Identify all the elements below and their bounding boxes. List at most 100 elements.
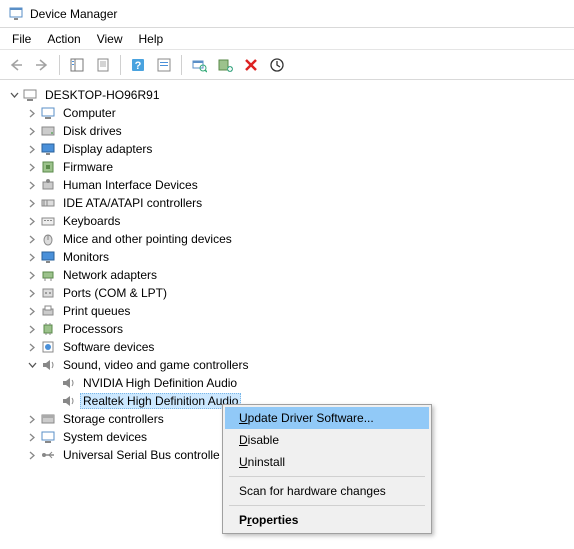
monitor-icon [40, 249, 56, 265]
menu-file[interactable]: File [4, 30, 39, 48]
menu-separator [229, 505, 425, 506]
chevron-right-icon[interactable] [26, 197, 38, 209]
tree-item-label: System devices [60, 429, 150, 445]
speaker-icon [40, 357, 56, 373]
tree-item[interactable]: Network adapters [4, 266, 570, 284]
context-item-label: pdate Driver Software... [248, 411, 374, 425]
tree-item[interactable]: Computer [4, 104, 570, 122]
toolbar-separator [181, 55, 182, 75]
tree-item-label: Print queues [60, 303, 133, 319]
context-scan-hardware[interactable]: Scan for hardware changes [225, 480, 429, 502]
chevron-down-icon[interactable] [8, 89, 20, 101]
properties-button[interactable] [91, 53, 115, 77]
chevron-right-icon[interactable] [26, 233, 38, 245]
port-icon [40, 285, 56, 301]
update-driver-button[interactable] [265, 53, 289, 77]
context-update-driver[interactable]: Update Driver Software... [225, 407, 429, 429]
tree-item-label: Storage controllers [60, 411, 167, 427]
tree-item-label: Human Interface Devices [60, 177, 201, 193]
tree-item-label: Network adapters [60, 267, 160, 283]
chip-icon [40, 159, 56, 175]
computer-icon [40, 105, 56, 121]
speaker-icon [60, 375, 76, 391]
svg-text:?: ? [135, 60, 142, 72]
tree-item[interactable]: Firmware [4, 158, 570, 176]
action-button[interactable] [152, 53, 176, 77]
chevron-right-icon[interactable] [26, 215, 38, 227]
window-title: Device Manager [30, 7, 117, 21]
help-button[interactable]: ? [126, 53, 150, 77]
expander-empty [46, 395, 58, 407]
scan-hardware-button[interactable] [187, 53, 211, 77]
nav-back-button[interactable] [4, 53, 28, 77]
menu-view[interactable]: View [89, 30, 131, 48]
chevron-down-icon[interactable] [26, 359, 38, 371]
chevron-right-icon[interactable] [26, 107, 38, 119]
tree-root-label: DESKTOP-HO96R91 [42, 87, 163, 103]
tree-item-label: Disk drives [60, 123, 125, 139]
menu-help[interactable]: Help [131, 30, 172, 48]
network-icon [40, 267, 56, 283]
tree-item-label: Universal Serial Bus controlle [60, 447, 223, 463]
chevron-right-icon[interactable] [26, 323, 38, 335]
nav-forward-button[interactable] [30, 53, 54, 77]
tree-item[interactable]: Mice and other pointing devices [4, 230, 570, 248]
tree-child-nvidia[interactable]: NVIDIA High Definition Audio [4, 374, 570, 392]
tree-item[interactable]: Processors [4, 320, 570, 338]
context-uninstall[interactable]: Uninstall [225, 451, 429, 473]
chevron-right-icon[interactable] [26, 449, 38, 461]
chevron-right-icon[interactable] [26, 431, 38, 443]
chevron-right-icon[interactable] [26, 287, 38, 299]
show-hide-tree-button[interactable] [65, 53, 89, 77]
app-icon [8, 6, 24, 22]
chevron-right-icon[interactable] [26, 161, 38, 173]
system-icon [40, 429, 56, 445]
chevron-right-icon[interactable] [26, 341, 38, 353]
storage-icon [40, 411, 56, 427]
tree-item-label: IDE ATA/ATAPI controllers [60, 195, 205, 211]
chevron-right-icon[interactable] [26, 305, 38, 317]
tree-item-label: Ports (COM & LPT) [60, 285, 170, 301]
add-legacy-hardware-button[interactable] [213, 53, 237, 77]
context-disable[interactable]: Disable [225, 429, 429, 451]
tree-item-label: Computer [60, 105, 119, 121]
speaker-icon [60, 393, 76, 409]
tree-item[interactable]: Software devices [4, 338, 570, 356]
tree-item[interactable]: Display adapters [4, 140, 570, 158]
processor-icon [40, 321, 56, 337]
tree-root[interactable]: DESKTOP-HO96R91 [4, 86, 570, 104]
menu-separator [229, 476, 425, 477]
tree-item-label: Software devices [60, 339, 157, 355]
usb-icon [40, 447, 56, 463]
tree-item-label: Realtek High Definition Audio [80, 393, 241, 409]
chevron-right-icon[interactable] [26, 179, 38, 191]
chevron-right-icon[interactable] [26, 269, 38, 281]
tree-item[interactable]: Print queues [4, 302, 570, 320]
tree-item[interactable]: Monitors [4, 248, 570, 266]
hid-icon [40, 177, 56, 193]
display-icon [40, 141, 56, 157]
context-item-label: isable [248, 433, 279, 447]
toolbar-separator [120, 55, 121, 75]
tree-item[interactable]: Disk drives [4, 122, 570, 140]
chevron-right-icon[interactable] [26, 143, 38, 155]
chevron-right-icon[interactable] [26, 413, 38, 425]
uninstall-button[interactable] [239, 53, 263, 77]
tree-item[interactable]: Human Interface Devices [4, 176, 570, 194]
tree-item[interactable]: Ports (COM & LPT) [4, 284, 570, 302]
titlebar: Device Manager [0, 0, 574, 28]
tree-item-label: Keyboards [60, 213, 123, 229]
chevron-right-icon[interactable] [26, 125, 38, 137]
context-properties[interactable]: Properties [225, 509, 429, 531]
software-icon [40, 339, 56, 355]
tree-item-label: Display adapters [60, 141, 155, 157]
printer-icon [40, 303, 56, 319]
chevron-right-icon[interactable] [26, 251, 38, 263]
tree-item-label: Mice and other pointing devices [60, 231, 235, 247]
tree-item[interactable]: IDE ATA/ATAPI controllers [4, 194, 570, 212]
tree-item[interactable]: Keyboards [4, 212, 570, 230]
tree-item-sound[interactable]: Sound, video and game controllers [4, 356, 570, 374]
menu-action[interactable]: Action [39, 30, 88, 48]
tree-item-label: NVIDIA High Definition Audio [80, 375, 240, 391]
toolbar-separator [59, 55, 60, 75]
